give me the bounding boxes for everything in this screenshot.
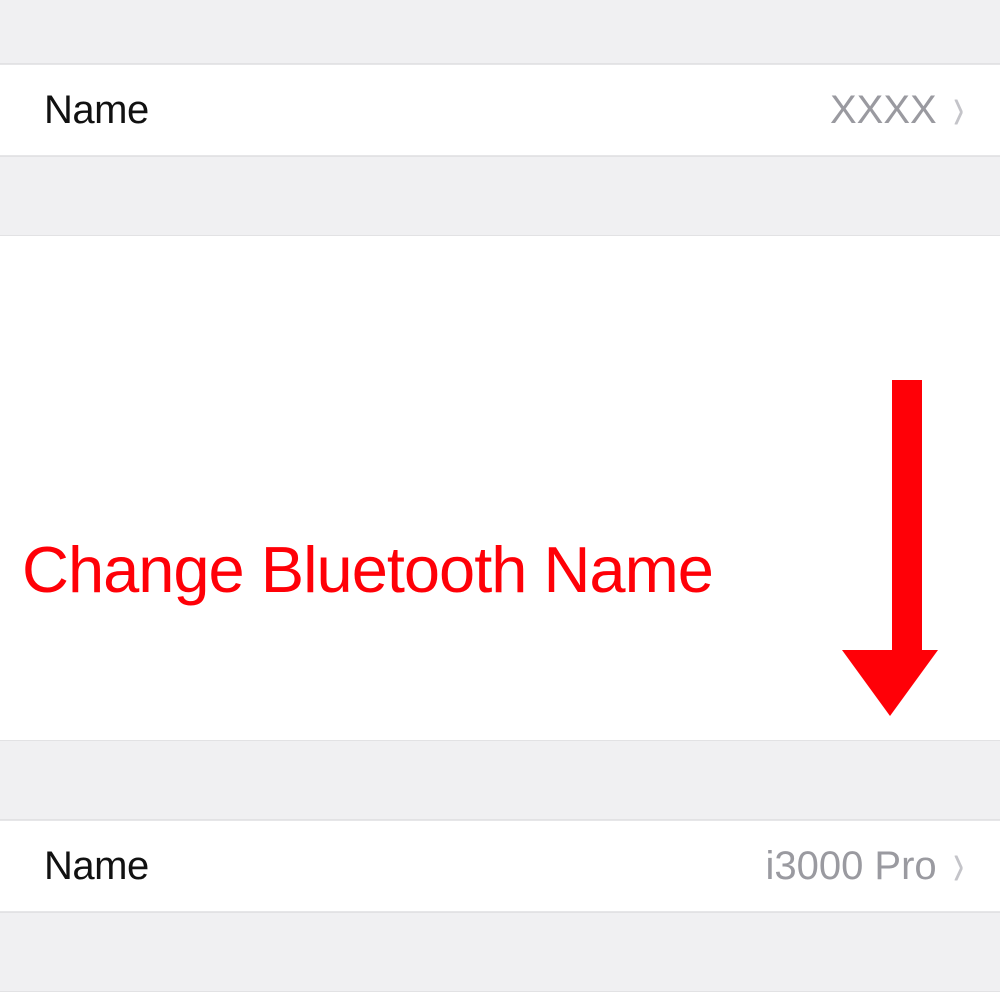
chevron-right-icon: › [953, 845, 964, 884]
row-value: i3000 Pro [765, 844, 936, 889]
annotation-overlay: Change Bluetooth Name [0, 350, 1000, 730]
row-right: XXXX › [830, 88, 966, 133]
row-label: Name [44, 88, 149, 133]
row-label: Name [44, 844, 149, 889]
section-gap [0, 912, 1000, 992]
annotation-text: Change Bluetooth Name [22, 532, 713, 607]
section-gap [0, 156, 1000, 236]
after-snippet: Name i3000 Pro › [0, 740, 1000, 992]
chevron-right-icon: › [953, 89, 964, 128]
section-gap [0, 0, 1000, 64]
row-value: XXXX [830, 88, 937, 133]
arrow-down-icon [875, 380, 938, 716]
name-row-before[interactable]: Name XXXX › [0, 64, 1000, 156]
section-gap [0, 740, 1000, 820]
before-snippet: Name XXXX › [0, 0, 1000, 236]
name-row-after[interactable]: Name i3000 Pro › [0, 820, 1000, 912]
row-right: i3000 Pro › [765, 844, 966, 889]
